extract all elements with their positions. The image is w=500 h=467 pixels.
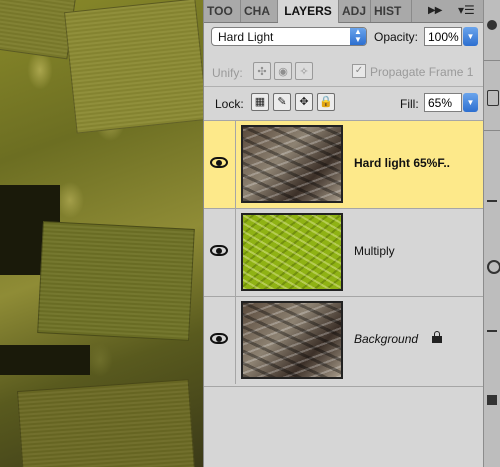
lock-label: Lock: — [215, 97, 244, 111]
tool-icon[interactable] — [487, 395, 497, 405]
opacity-input[interactable]: 100% — [424, 27, 462, 46]
tool-icon[interactable] — [487, 90, 499, 106]
divider — [484, 60, 500, 61]
canvas-texture-block — [63, 0, 203, 134]
unify-style-icon[interactable]: ✧ — [295, 62, 313, 80]
unify-label: Unify: — [212, 66, 243, 80]
tool-icon[interactable] — [487, 260, 500, 274]
lock-icon — [432, 331, 442, 343]
propagate-frame-label: Propagate Frame 1 — [370, 65, 474, 79]
eye-icon — [210, 245, 228, 256]
panel-tab-bar: TOO CHA LAYERS ADJ HIST ▶▶ ▾☰ — [204, 0, 484, 23]
blend-mode-value: Hard Light — [218, 30, 274, 44]
tab-layers[interactable]: LAYERS — [278, 0, 339, 23]
tab-channels[interactable]: CHA — [241, 0, 278, 22]
tool-icon[interactable] — [487, 200, 497, 202]
eye-icon — [210, 333, 228, 344]
layer-thumbnail — [241, 213, 343, 291]
lock-image-pixels-icon[interactable]: ✎ — [273, 93, 291, 111]
canvas-texture-block — [17, 379, 195, 467]
lock-all-icon[interactable]: 🔒 — [317, 93, 335, 111]
fill-input[interactable]: 65% — [424, 93, 462, 112]
divider — [204, 86, 484, 87]
layer-row-hard-light[interactable]: Hard light 65%F.. — [204, 120, 484, 208]
layer-thumbnail — [241, 125, 343, 203]
layers-list: Hard light 65%F.. Multiply Background — [204, 120, 484, 467]
right-tool-strip — [483, 0, 500, 467]
lock-transparency-icon[interactable]: ▦ — [251, 93, 269, 111]
unify-visibility-icon[interactable]: ◉ — [274, 62, 292, 80]
fill-slider-button[interactable]: ▼ — [463, 93, 478, 112]
fill-label: Fill: — [400, 97, 419, 111]
select-arrows-icon: ▲ ▼ — [350, 28, 366, 45]
eye-icon — [210, 157, 228, 168]
opacity-slider-button[interactable]: ▼ — [463, 27, 478, 46]
panel-menu-icon[interactable]: ▾☰ — [458, 3, 475, 17]
tool-icon[interactable] — [487, 330, 497, 332]
lock-position-icon[interactable]: ✥ — [295, 93, 313, 111]
divider — [204, 386, 484, 387]
propagate-frame-checkbox[interactable]: ✓ — [352, 64, 366, 78]
divider — [484, 130, 500, 131]
visibility-toggle[interactable] — [204, 209, 236, 296]
tab-history[interactable]: HIST — [371, 0, 412, 22]
opacity-label: Opacity: — [374, 30, 419, 44]
layer-row-background[interactable]: Background — [204, 296, 484, 386]
unify-position-icon[interactable]: ✣ — [253, 62, 271, 80]
canvas-texture-block — [37, 221, 195, 341]
layer-row-multiply[interactable]: Multiply — [204, 208, 484, 296]
blend-mode-select[interactable]: Hard Light ▲ ▼ — [211, 27, 367, 46]
tab-adjustments[interactable]: ADJ — [339, 0, 371, 22]
layers-panel: TOO CHA LAYERS ADJ HIST ▶▶ ▾☰ Hard Light… — [203, 0, 484, 467]
visibility-toggle[interactable] — [204, 297, 236, 384]
double-chevron-right-icon[interactable]: ▶▶ — [428, 5, 442, 16]
tab-tools[interactable]: TOO — [204, 0, 241, 22]
canvas-shadow — [0, 345, 90, 375]
visibility-toggle[interactable] — [204, 121, 236, 208]
layer-name[interactable]: Background — [354, 332, 418, 346]
tool-icon[interactable] — [487, 20, 497, 30]
layer-name[interactable]: Multiply — [354, 244, 395, 258]
document-canvas[interactable] — [0, 0, 203, 467]
layer-name[interactable]: Hard light 65%F.. — [354, 156, 450, 170]
canvas-texture-block — [0, 0, 76, 60]
layer-thumbnail — [241, 301, 343, 379]
